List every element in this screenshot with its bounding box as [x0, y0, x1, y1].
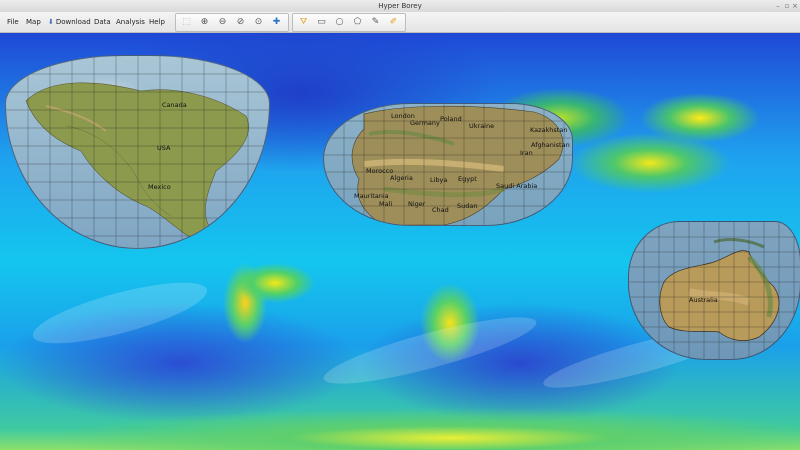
menu-help[interactable]: Help	[146, 12, 168, 32]
label-libya: Libya	[430, 176, 448, 184]
region-africa-eurasia[interactable]: London Germany Poland Ukraine Kazakhstan…	[323, 103, 573, 226]
rectangle-select-icon[interactable]: ▭	[314, 15, 329, 29]
north-america-grid	[6, 56, 269, 248]
label-chad: Chad	[432, 206, 449, 214]
restore-icon[interactable]: ▫	[783, 2, 791, 10]
region-australia[interactable]: Australia	[628, 221, 800, 360]
label-egypt: Egypt	[458, 175, 477, 183]
label-ukraine: Ukraine	[469, 122, 495, 130]
menu-data[interactable]: Data	[91, 12, 114, 32]
world-map-canvas[interactable]: Canada USA Mexico London Germany Poland …	[0, 33, 800, 450]
label-sudan: Sudan	[457, 202, 478, 210]
minimize-icon[interactable]: –	[774, 2, 782, 10]
zoom-previous-icon[interactable]: ⊘	[233, 15, 248, 29]
label-germany: Germany	[410, 119, 440, 127]
point-marker-icon[interactable]: ⛛	[296, 15, 311, 29]
window-title: Hyper Borey	[378, 2, 422, 10]
app-window: Hyper Borey – ▫ × File Map ⬇ Download Dat…	[0, 0, 800, 450]
cloud-band	[319, 305, 541, 396]
label-australia: Australia	[689, 296, 718, 304]
zoom-out-icon[interactable]: ⊖	[215, 15, 230, 29]
polygon-select-icon[interactable]: ⬠	[350, 15, 365, 29]
close-icon[interactable]: ×	[791, 2, 799, 10]
label-algeria: Algeria	[390, 174, 413, 182]
edit-pencil-icon[interactable]: ✎	[368, 15, 383, 29]
drawing-toolbar: ⛛ ▭ ○ ⬠ ✎ ✐	[292, 13, 406, 32]
label-iran: Iran	[520, 149, 533, 157]
move-cross-icon[interactable]: ✚	[269, 15, 284, 29]
region-north-america[interactable]: Canada USA Mexico	[5, 55, 270, 249]
label-mali: Mali	[379, 200, 393, 208]
download-icon: ⬇	[48, 18, 54, 26]
menu-download[interactable]: ⬇ Download	[45, 12, 94, 32]
label-canada: Canada	[162, 101, 187, 109]
pointer-icon[interactable]: ⬚	[179, 15, 194, 29]
label-mauritania: Mauritania	[354, 192, 389, 200]
label-usa: USA	[157, 144, 171, 152]
circle-select-icon[interactable]: ○	[332, 15, 347, 29]
menu-file[interactable]: File	[4, 12, 22, 32]
menu-map[interactable]: Map	[23, 12, 44, 32]
label-niger: Niger	[408, 200, 426, 208]
label-poland: Poland	[440, 115, 462, 123]
menu-toolbar-bar: File Map ⬇ Download Data Analysis Help ⬚ …	[0, 12, 800, 33]
label-mexico: Mexico	[148, 183, 171, 191]
zoom-in-icon[interactable]: ⊕	[197, 15, 212, 29]
cloud-band	[27, 270, 213, 356]
zoom-next-icon[interactable]: ⊙	[251, 15, 266, 29]
label-saudi-arabia: Saudi Arabia	[496, 182, 538, 190]
menu-analysis[interactable]: Analysis	[113, 12, 148, 32]
ruler-pencil-icon[interactable]: ✐	[386, 15, 401, 29]
australia-grid	[629, 222, 800, 359]
navigation-toolbar: ⬚ ⊕ ⊖ ⊘ ⊙ ✚	[175, 13, 289, 32]
menu-download-label: Download	[55, 18, 91, 26]
label-afghanistan: Afghanistan	[531, 141, 570, 149]
label-kazakhstan: Kazakhstan	[530, 126, 568, 134]
